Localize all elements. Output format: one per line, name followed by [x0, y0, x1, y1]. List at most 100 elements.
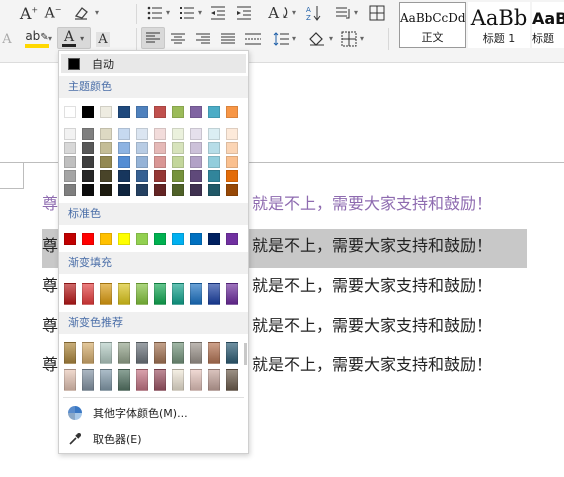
theme-color-swatch[interactable] — [64, 106, 76, 118]
font-color-dropdown-caret[interactable]: ▾ — [80, 34, 84, 43]
theme-tint-swatch[interactable] — [208, 170, 220, 182]
char-shading-button[interactable]: A — [93, 28, 113, 50]
numbered-list-button[interactable] — [176, 2, 198, 24]
theme-tint-swatch[interactable] — [136, 156, 148, 168]
theme-tint-swatch[interactable] — [64, 184, 76, 196]
clear-format-button[interactable] — [70, 2, 92, 24]
gradient-fill-swatch[interactable] — [226, 283, 238, 305]
doc-line-tail[interactable]: 就是不上，需要大家支持和鼓励！ — [252, 272, 492, 296]
standard-color-swatch[interactable] — [100, 233, 112, 245]
justify-button[interactable] — [217, 28, 239, 50]
gradient-recommend-swatch[interactable] — [64, 342, 76, 364]
highlight-button[interactable]: ab✎ — [25, 28, 49, 50]
theme-tint-swatch[interactable] — [118, 128, 130, 140]
highlight-dropdown[interactable]: ▾ — [48, 34, 52, 43]
theme-tint-swatch[interactable] — [190, 170, 202, 182]
gradient-recommend-swatch[interactable] — [82, 342, 94, 364]
automatic-color-option[interactable]: 自动 — [61, 54, 246, 73]
show-marks-button[interactable] — [332, 2, 354, 24]
theme-tint-swatch[interactable] — [190, 128, 202, 140]
doc-line-tail[interactable]: 就是不上，需要大家支持和鼓励！ — [252, 232, 492, 256]
increase-indent-button[interactable] — [233, 2, 255, 24]
sort-button[interactable]: AZ — [303, 2, 325, 24]
font-grow-button[interactable]: A+ — [18, 2, 40, 24]
gradient-fill-swatch[interactable] — [154, 283, 166, 305]
theme-tint-swatch[interactable] — [64, 156, 76, 168]
borders-button[interactable] — [338, 28, 360, 50]
theme-tint-swatch[interactable] — [154, 128, 166, 140]
doc-line-tail[interactable]: 就是不上，需要大家支持和鼓励！ — [252, 190, 492, 214]
decrease-indent-button[interactable] — [207, 2, 229, 24]
theme-tint-swatch[interactable] — [226, 128, 238, 140]
numbered-list-dropdown[interactable]: ▾ — [198, 8, 202, 17]
gradient-recommend-swatch[interactable] — [154, 342, 166, 364]
align-left-button[interactable] — [141, 27, 165, 49]
theme-tint-swatch[interactable] — [190, 156, 202, 168]
standard-color-swatch[interactable] — [172, 233, 184, 245]
doc-line-tail[interactable]: 就是不上，需要大家支持和鼓励！ — [252, 312, 492, 336]
gradient-recommend-swatch[interactable] — [208, 342, 220, 364]
gradient-recommend-swatch[interactable] — [118, 369, 130, 391]
gradient-fill-swatch[interactable] — [172, 283, 184, 305]
theme-tint-swatch[interactable] — [172, 170, 184, 182]
gradient-fill-swatch[interactable] — [190, 283, 202, 305]
theme-tint-swatch[interactable] — [82, 156, 94, 168]
theme-tint-swatch[interactable] — [154, 184, 166, 196]
theme-tint-swatch[interactable] — [100, 142, 112, 154]
theme-color-swatch[interactable] — [190, 106, 202, 118]
gradient-recommend-swatch[interactable] — [100, 369, 112, 391]
style-heading-1[interactable]: AaBb 标题 1 — [468, 2, 530, 48]
standard-color-swatch[interactable] — [136, 233, 148, 245]
gradient-recommend-swatch[interactable] — [172, 342, 184, 364]
standard-color-swatch[interactable] — [226, 233, 238, 245]
theme-tint-swatch[interactable] — [100, 184, 112, 196]
gradient-recommend-swatch[interactable] — [226, 369, 238, 391]
theme-tint-swatch[interactable] — [208, 128, 220, 140]
gradient-fill-swatch[interactable] — [100, 283, 112, 305]
theme-tint-swatch[interactable] — [82, 142, 94, 154]
line-spacing-dropdown[interactable]: ▾ — [292, 34, 296, 43]
align-center-button[interactable] — [167, 28, 189, 50]
theme-tint-swatch[interactable] — [226, 170, 238, 182]
gradient-recommend-swatch[interactable] — [226, 342, 238, 364]
theme-color-swatch[interactable] — [118, 106, 130, 118]
gradient-recommend-swatch[interactable] — [64, 369, 76, 391]
gradient-fill-swatch[interactable] — [118, 283, 130, 305]
table-button[interactable] — [366, 2, 388, 24]
clear-format-dropdown[interactable]: ▾ — [95, 8, 99, 17]
theme-tint-swatch[interactable] — [154, 142, 166, 154]
gradient-fill-swatch[interactable] — [64, 283, 76, 305]
theme-tint-swatch[interactable] — [172, 184, 184, 196]
theme-tint-swatch[interactable] — [208, 184, 220, 196]
line-spacing-button[interactable] — [270, 28, 292, 50]
style-heading-2[interactable]: AaB 标题 — [532, 2, 564, 48]
theme-tint-swatch[interactable] — [118, 156, 130, 168]
theme-tint-swatch[interactable] — [82, 170, 94, 182]
gradient-recommend-swatch[interactable] — [208, 369, 220, 391]
shading-dropdown[interactable]: ▾ — [329, 34, 333, 43]
theme-color-swatch[interactable] — [136, 106, 148, 118]
gradient-recommend-swatch[interactable] — [82, 369, 94, 391]
font-color-button[interactable]: A ▾ — [57, 27, 91, 49]
font-shrink-button[interactable]: A− — [42, 2, 64, 24]
theme-tint-swatch[interactable] — [172, 128, 184, 140]
standard-color-swatch[interactable] — [190, 233, 202, 245]
doc-line[interactable]: 尊 — [42, 351, 58, 375]
show-marks-dropdown[interactable]: ▾ — [354, 8, 358, 17]
theme-tint-swatch[interactable] — [136, 184, 148, 196]
theme-tint-swatch[interactable] — [226, 184, 238, 196]
theme-tint-swatch[interactable] — [190, 184, 202, 196]
standard-color-swatch[interactable] — [82, 233, 94, 245]
menu-scrollbar[interactable] — [244, 343, 247, 365]
doc-line[interactable]: 尊 — [42, 190, 58, 214]
theme-tint-swatch[interactable] — [136, 128, 148, 140]
theme-tint-swatch[interactable] — [64, 170, 76, 182]
gradient-recommend-swatch[interactable] — [136, 369, 148, 391]
theme-tint-swatch[interactable] — [136, 170, 148, 182]
gradient-recommend-swatch[interactable] — [172, 369, 184, 391]
theme-tint-swatch[interactable] — [100, 170, 112, 182]
gradient-recommend-swatch[interactable] — [118, 342, 130, 364]
eyedropper-item[interactable]: 取色器(E) — [59, 427, 248, 451]
gradient-recommend-swatch[interactable] — [190, 369, 202, 391]
theme-color-swatch[interactable] — [100, 106, 112, 118]
